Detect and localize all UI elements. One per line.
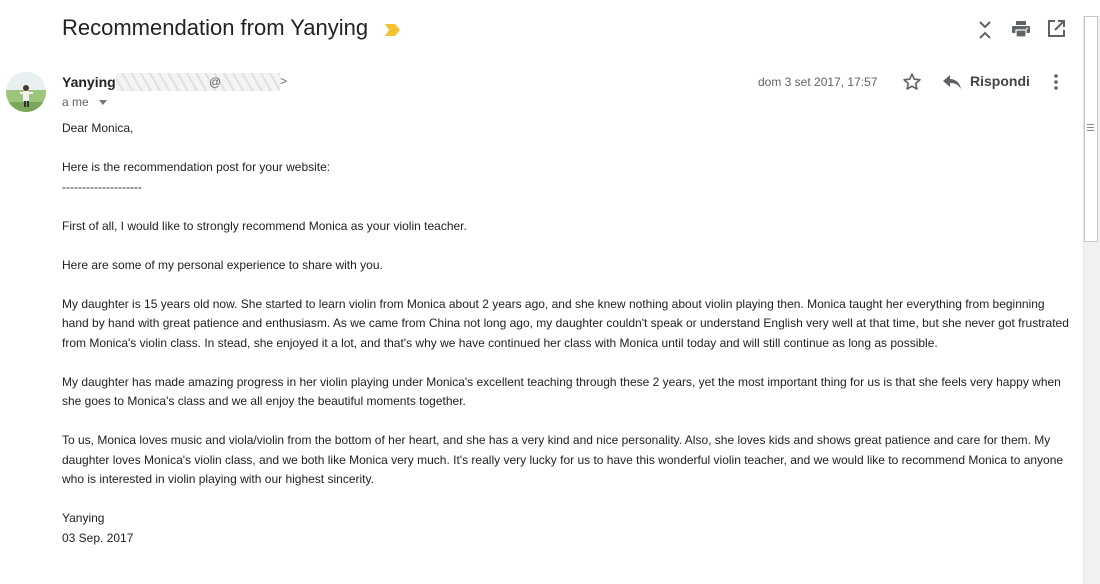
scrollbar-grip: [1087, 124, 1094, 133]
reply-button[interactable]: Rispondi: [942, 72, 1030, 90]
sender-email-redacted: [116, 73, 280, 91]
intro-text: Here is the recommendation post for your…: [62, 160, 331, 174]
signature-date: 03 Sep. 2017: [62, 530, 134, 545]
paragraph-2: Here are some of my personal experience …: [62, 257, 383, 272]
more-options-icon[interactable]: [1046, 72, 1066, 92]
reply-label: Rispondi: [970, 73, 1030, 89]
sender-email-at: @: [209, 75, 222, 89]
paragraph-5: To us, Monica loves music and viola/viol…: [62, 433, 1064, 486]
greeting: Dear Monica,: [62, 121, 134, 135]
reply-icon: [943, 75, 961, 89]
recipient-label: a me: [62, 95, 89, 109]
email-subject: Recommendation from Yanying: [62, 15, 369, 40]
collapse-all-icon[interactable]: [977, 20, 993, 40]
divider-text: --------------------: [62, 179, 142, 194]
recipient-details-toggle[interactable]: a me: [62, 95, 108, 109]
paragraph-4: My daughter has made amazing progress in…: [62, 374, 1061, 409]
sender-name: Yanying: [62, 74, 116, 90]
open-in-new-window-icon[interactable]: [1048, 20, 1065, 37]
sender-email-close: >: [280, 74, 288, 88]
signature-name: Yanying: [62, 511, 105, 525]
star-icon[interactable]: [902, 72, 922, 92]
message-date: dom 3 set 2017, 17:57: [758, 75, 878, 89]
message-body: Dear Monica, Here is the recommendation …: [62, 119, 1070, 548]
chevron-down-icon: [99, 100, 108, 106]
importance-marker-icon[interactable]: [385, 24, 401, 36]
print-icon[interactable]: [1012, 20, 1030, 38]
paragraph-3: My daughter is 15 years old now. She sta…: [62, 296, 1069, 350]
paragraph-1: First of all, I would like to strongly r…: [62, 218, 467, 233]
sender-avatar[interactable]: [6, 72, 46, 112]
